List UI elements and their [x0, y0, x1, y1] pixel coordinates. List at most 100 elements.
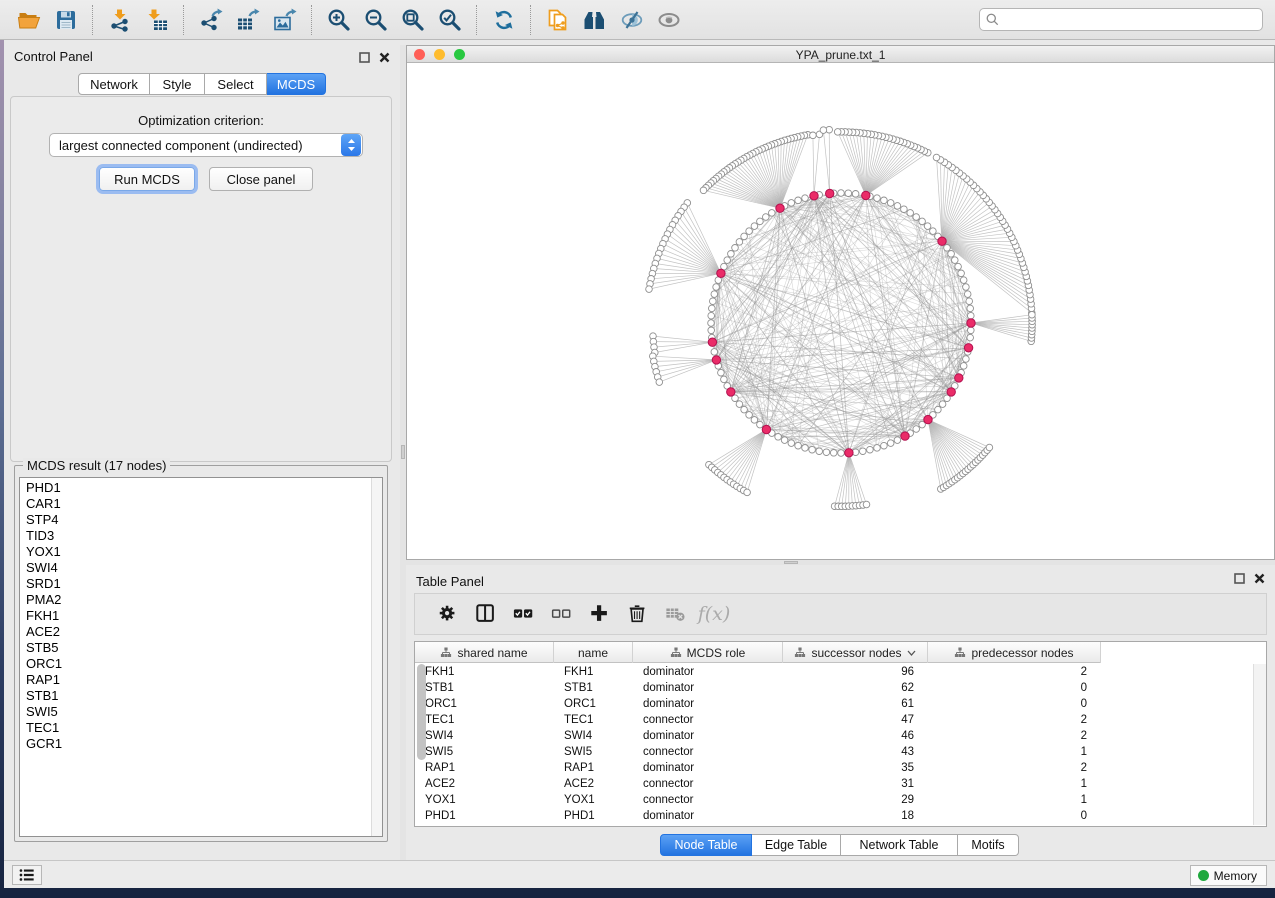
table-cell: connector — [633, 776, 783, 792]
hide-panel-icon[interactable] — [618, 6, 645, 33]
show-panel-icon[interactable] — [655, 6, 682, 33]
zoom-fit-icon[interactable] — [399, 6, 426, 33]
table-cell: 1 — [928, 792, 1101, 808]
table-cell: 2 — [928, 760, 1101, 776]
table-cell: 1 — [928, 744, 1101, 760]
network-window-titlebar[interactable]: YPA_prune.txt_1 — [407, 46, 1274, 63]
network-graph[interactable] — [407, 63, 1274, 559]
tab-edge-table[interactable]: Edge Table — [752, 834, 841, 856]
mcds-result-title: MCDS result (17 nodes) — [23, 458, 170, 473]
table-cell: 0 — [928, 808, 1101, 824]
mcds-result-item[interactable]: RAP1 — [20, 672, 370, 688]
table-row[interactable]: SWI5SWI5connector431 — [415, 744, 1253, 760]
close-panel-button[interactable]: Close panel — [209, 167, 313, 191]
mcds-result-item[interactable]: SWI5 — [20, 704, 370, 720]
mcds-result-item[interactable]: TEC1 — [20, 720, 370, 736]
table-cell: 2 — [928, 664, 1101, 680]
table-row[interactable]: YOX1YOX1connector291 — [415, 792, 1253, 808]
table-cell: SWI5 — [415, 744, 554, 760]
mcds-result-list[interactable]: PHD1CAR1STP4TID3YOX1SWI4SRD1PMA2FKH1ACE2… — [19, 477, 383, 837]
mcds-result-item[interactable]: SRD1 — [20, 576, 370, 592]
close-panel-icon[interactable] — [379, 50, 390, 68]
export-network-icon[interactable] — [197, 6, 224, 33]
column-header-successor-nodes[interactable]: successor nodes — [783, 642, 928, 663]
settings-icon[interactable] — [435, 601, 461, 627]
save-icon[interactable] — [52, 6, 79, 33]
column-header-shared-name[interactable]: shared name — [415, 642, 554, 663]
mcds-result-item[interactable]: SWI4 — [20, 560, 370, 576]
tab-node-table[interactable]: Node Table — [660, 834, 752, 856]
tab-mcds[interactable]: MCDS — [267, 73, 326, 95]
delete-row-icon[interactable] — [625, 601, 651, 627]
table-row[interactable]: TEC1TEC1connector472 — [415, 712, 1253, 728]
table-panel-title: Table Panel — [416, 574, 484, 589]
table-cell: 62 — [783, 680, 928, 696]
mcds-result-item[interactable]: STB5 — [20, 640, 370, 656]
mcds-result-item[interactable]: ACE2 — [20, 624, 370, 640]
tab-network-table[interactable]: Network Table — [841, 834, 958, 856]
import-network-icon[interactable] — [106, 6, 133, 33]
mcds-result-item[interactable]: STP4 — [20, 512, 370, 528]
column-header-MCDS-role[interactable]: MCDS role — [633, 642, 783, 663]
memory-button[interactable]: Memory — [1190, 865, 1267, 886]
mcds-result-item[interactable]: CAR1 — [20, 496, 370, 512]
search-input[interactable] — [979, 8, 1263, 31]
add-row-icon[interactable] — [587, 601, 613, 627]
refresh-icon[interactable] — [490, 6, 517, 33]
table-row[interactable]: RAP1RAP1dominator352 — [415, 760, 1253, 776]
export-table-icon[interactable] — [234, 6, 261, 33]
tab-style[interactable]: Style — [150, 73, 205, 95]
network-window-title: YPA_prune.txt_1 — [407, 48, 1274, 62]
mcds-result-item[interactable]: YOX1 — [20, 544, 370, 560]
tab-select[interactable]: Select — [205, 73, 267, 95]
desktop: Control Panel NetworkStyleSelectMCDS Opt… — [0, 0, 1275, 898]
mcds-tab-content: Optimization criterion: largest connecte… — [10, 96, 392, 462]
zoom-out-icon[interactable] — [362, 6, 389, 33]
table-cell: 61 — [783, 696, 928, 712]
tab-motifs[interactable]: Motifs — [958, 834, 1019, 856]
table-row[interactable]: FKH1FKH1dominator962 — [415, 664, 1253, 680]
splitter-grip[interactable] — [401, 445, 405, 459]
mcds-result-item[interactable]: FKH1 — [20, 608, 370, 624]
close-panel-icon[interactable] — [1254, 571, 1265, 589]
table-scrollbar[interactable] — [1253, 664, 1266, 825]
open-file-icon[interactable] — [15, 6, 42, 33]
mcds-result-item[interactable]: PHD1 — [20, 480, 370, 496]
mcds-result-item[interactable]: TID3 — [20, 528, 370, 544]
status-bar: Memory — [4, 860, 1275, 888]
table-row[interactable]: PHD1PHD1dominator180 — [415, 808, 1253, 824]
table-row[interactable]: ORC1ORC1dominator610 — [415, 696, 1253, 712]
table-row[interactable]: STB1STB1dominator620 — [415, 680, 1253, 696]
search-network-icon[interactable] — [581, 6, 608, 33]
tab-network[interactable]: Network — [78, 73, 150, 95]
column-header-predecessor-nodes[interactable]: predecessor nodes — [928, 642, 1101, 663]
clone-network-icon[interactable] — [544, 6, 571, 33]
mcds-result-item[interactable]: PMA2 — [20, 592, 370, 608]
table-row[interactable]: ACE2ACE2connector311 — [415, 776, 1253, 792]
table-scrollbar-thumb[interactable] — [417, 664, 426, 760]
column-header-name[interactable]: name — [554, 642, 633, 663]
table-cell: FKH1 — [415, 664, 554, 680]
float-panel-icon[interactable] — [359, 50, 370, 68]
import-table-icon[interactable] — [143, 6, 170, 33]
columns-icon[interactable] — [473, 601, 499, 627]
select-all-icon[interactable] — [511, 601, 537, 627]
run-mcds-button[interactable]: Run MCDS — [99, 167, 195, 191]
splitter-grip[interactable] — [784, 561, 798, 564]
export-image-icon[interactable] — [271, 6, 298, 33]
table-row[interactable]: SWI4SWI4dominator462 — [415, 728, 1253, 744]
zoom-in-icon[interactable] — [325, 6, 352, 33]
task-history-button[interactable] — [12, 865, 42, 885]
criterion-select[interactable]: largest connected component (undirected) — [49, 133, 363, 157]
zoom-selected-icon[interactable] — [436, 6, 463, 33]
mcds-list-scrollbar[interactable] — [371, 478, 382, 836]
deselect-all-icon[interactable] — [549, 601, 575, 627]
mcds-result-item[interactable]: GCR1 — [20, 736, 370, 752]
control-panel: Control Panel NetworkStyleSelectMCDS Opt… — [4, 40, 400, 860]
mcds-result-item[interactable]: ORC1 — [20, 656, 370, 672]
search-field[interactable] — [1003, 12, 1256, 27]
float-panel-icon[interactable] — [1234, 571, 1245, 589]
mcds-result-item[interactable]: STB1 — [20, 688, 370, 704]
table-toolbar: f(x) — [414, 593, 1267, 635]
table-cell: TEC1 — [415, 712, 554, 728]
